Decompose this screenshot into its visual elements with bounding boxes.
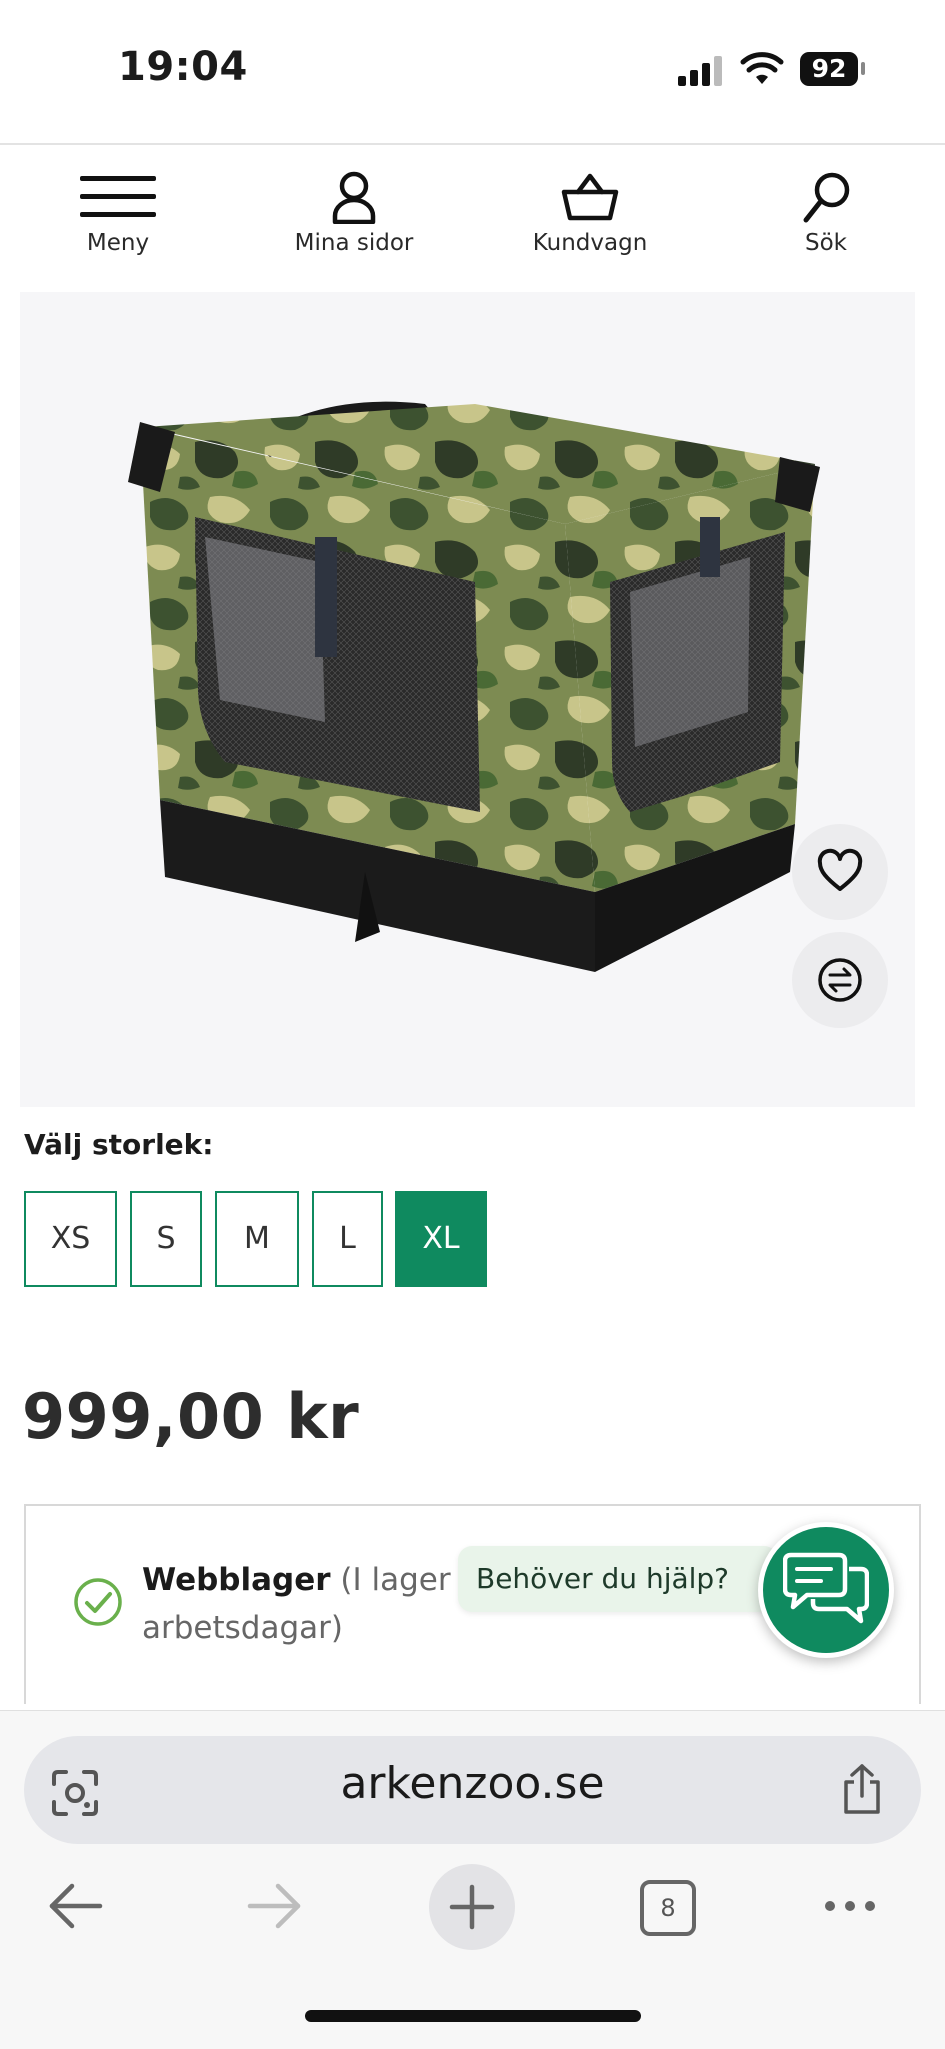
nav-account[interactable]: Mina sidor [269, 170, 439, 270]
nav-search[interactable]: Sök [741, 170, 911, 270]
size-option-xs[interactable]: XS [24, 1191, 117, 1287]
nav-menu-label: Meny [86, 230, 150, 256]
stock-status: Webblager (I lager p arbetsdagar) [142, 1556, 482, 1652]
wifi-icon [740, 52, 784, 84]
status-time: 19:04 [118, 44, 248, 90]
favorite-button[interactable] [792, 824, 888, 920]
signal-icon [678, 56, 722, 86]
chat-button[interactable] [758, 1522, 894, 1658]
home-indicator [305, 2010, 641, 2022]
nav-cart-label: Kundvagn [532, 230, 648, 256]
battery-indicator: 92 [800, 52, 858, 86]
share-icon[interactable] [838, 1762, 886, 1816]
stock-title: Webblager [142, 1562, 331, 1598]
product-image[interactable] [20, 292, 915, 1107]
url-text[interactable]: arkenzoo.se [0, 1758, 945, 1809]
size-option-xl[interactable]: XL [395, 1191, 487, 1287]
size-label: Välj storlek: [24, 1128, 214, 1161]
nav-menu[interactable]: Meny [33, 170, 203, 270]
chat-icon [783, 1552, 869, 1624]
plus-icon [449, 1884, 495, 1930]
new-tab-button[interactable] [429, 1864, 515, 1950]
check-icon [74, 1578, 122, 1626]
nav-search-label: Sök [805, 230, 847, 256]
size-option-m[interactable]: M [215, 1191, 299, 1287]
product-photo [128, 401, 820, 972]
status-bar: 19:04 92 [0, 0, 945, 140]
heart-icon [817, 848, 863, 891]
basket-icon [561, 173, 619, 221]
forward-icon[interactable] [244, 1878, 304, 1934]
stock-detail-2: arbetsdagar) [142, 1610, 343, 1646]
size-option-s[interactable]: S [130, 1191, 202, 1287]
help-bubble[interactable]: Behöver du hjälp? [458, 1546, 778, 1612]
person-icon [332, 171, 376, 224]
compare-icon [818, 958, 862, 1002]
more-icon[interactable] [822, 1898, 878, 1914]
search-icon [803, 172, 850, 223]
nav-account-label: Mina sidor [294, 230, 414, 256]
product-price: 999,00 kr [22, 1380, 360, 1453]
hamburger-icon [80, 176, 156, 217]
back-icon[interactable] [46, 1878, 106, 1934]
header-divider [0, 143, 945, 145]
tabs-button[interactable]: 8 [640, 1880, 696, 1936]
size-option-l[interactable]: L [312, 1191, 383, 1287]
battery-nub [861, 62, 865, 75]
compare-button[interactable] [792, 932, 888, 1028]
nav-cart[interactable]: Kundvagn [505, 170, 675, 270]
